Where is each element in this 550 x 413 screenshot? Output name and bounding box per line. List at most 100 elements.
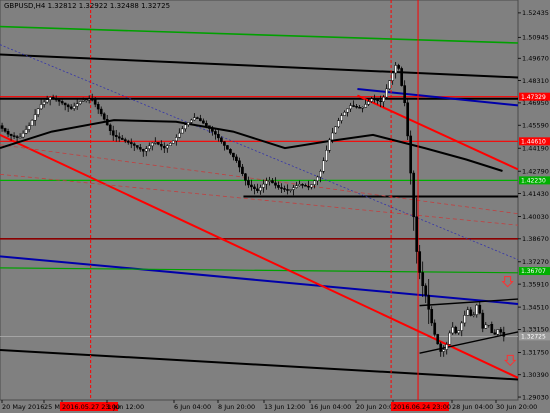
candle-body — [301, 184, 304, 186]
candle-body — [250, 184, 253, 188]
candle-body — [241, 166, 244, 174]
candle-body — [391, 72, 394, 81]
candle-body — [229, 149, 232, 154]
candle-body — [57, 99, 61, 102]
candle-body — [132, 143, 136, 146]
candle-body — [280, 187, 283, 189]
level-label: 1.47329 — [521, 94, 546, 101]
candle-body — [15, 136, 19, 138]
candle-body — [487, 324, 491, 326]
candle-body — [412, 172, 416, 218]
price-tick-label: 1.45590 — [522, 122, 549, 130]
candle-body — [183, 124, 187, 130]
candle-body — [334, 126, 337, 134]
candle-body — [0, 125, 4, 129]
candle-body — [493, 332, 497, 335]
candle-body — [96, 104, 100, 110]
candle-body — [439, 343, 443, 352]
candle-body — [316, 176, 319, 182]
candle-body — [18, 136, 22, 139]
candle-body — [469, 309, 473, 316]
price-tick-label: 1.44190 — [522, 145, 549, 153]
candle-body — [193, 117, 196, 121]
candle-body — [388, 80, 391, 90]
candle-body — [162, 145, 166, 149]
candle-body — [406, 102, 410, 137]
candle-body — [99, 108, 103, 115]
candle-body — [159, 144, 163, 147]
candle-body — [186, 122, 190, 126]
candle-body — [247, 180, 250, 186]
candle-body — [286, 189, 289, 191]
candle-body — [325, 150, 328, 162]
candle-body — [235, 156, 238, 161]
level-label: 1.44610 — [521, 139, 546, 146]
candle-body — [165, 145, 169, 149]
candle-body — [126, 140, 130, 143]
candle-body — [283, 188, 286, 190]
candle-body — [69, 106, 73, 109]
candle-body — [457, 330, 461, 334]
candle-body — [295, 185, 298, 188]
price-tick-label: 1.50945 — [522, 34, 549, 42]
candle-body — [102, 113, 106, 120]
candle-body — [63, 102, 67, 106]
price-tick-label: 1.29030 — [522, 393, 549, 401]
price-tick-label: 1.34510 — [522, 303, 549, 311]
candle-body — [205, 122, 208, 126]
candle-body — [331, 132, 334, 141]
candle-body — [202, 120, 205, 124]
time-tick-label: 6 Jun 04:00 — [174, 403, 211, 411]
candle-body — [328, 139, 331, 151]
candle-body — [427, 295, 431, 310]
candle-body — [199, 118, 202, 122]
candle-body — [189, 119, 193, 123]
candle-body — [484, 324, 488, 329]
candle-body — [51, 97, 55, 99]
candle-body — [262, 183, 265, 188]
chart-canvas[interactable]: 1.524351.509451.496701.483101.469501.455… — [0, 0, 550, 413]
candle-body — [66, 104, 70, 108]
candle-body — [9, 133, 13, 136]
candle-body — [6, 131, 10, 135]
candle-body — [150, 142, 154, 147]
price-tick-label: 1.48310 — [522, 77, 549, 85]
candle-body — [93, 99, 97, 105]
price-chart[interactable]: 1.52435 1.50945 1.49670 1.48310 1.46950 1.455… — [0, 0, 550, 413]
candle-body — [436, 334, 440, 345]
candle-body — [421, 272, 425, 287]
candle-body — [81, 99, 85, 102]
candle-body — [463, 315, 467, 324]
time-tick-label: 16 Jun 04:00 — [310, 403, 351, 411]
level-label: 1.42230 — [521, 178, 546, 185]
candle-body — [168, 142, 172, 146]
candle-body — [289, 189, 292, 191]
candle-body — [478, 304, 482, 314]
candle-body — [361, 106, 364, 109]
candle-body — [496, 329, 500, 335]
candle-body — [156, 142, 160, 145]
time-tick-label: 1 Jun 12:00 — [107, 403, 144, 411]
candle-body — [442, 349, 446, 352]
candle-body — [466, 309, 470, 316]
candle-body — [277, 185, 280, 188]
candle-body — [223, 141, 226, 146]
candle-body — [232, 152, 235, 158]
candle-body — [499, 329, 503, 333]
candle-body — [36, 108, 40, 115]
candle-body — [424, 285, 428, 296]
candle-body — [114, 135, 118, 137]
candle-body — [451, 326, 455, 334]
price-tick-label: 1.42790 — [522, 167, 549, 175]
candle-body — [153, 142, 157, 144]
candle-body — [475, 304, 479, 315]
candle-body — [72, 105, 76, 109]
candle-body — [394, 65, 397, 74]
candle-body — [367, 101, 370, 105]
candle-body — [385, 88, 388, 98]
candle-body — [33, 114, 37, 121]
candle-body — [376, 99, 379, 102]
candle-body — [117, 136, 121, 139]
candle-body — [490, 324, 494, 334]
time-tick-label: 13 Jun 12:00 — [264, 403, 305, 411]
